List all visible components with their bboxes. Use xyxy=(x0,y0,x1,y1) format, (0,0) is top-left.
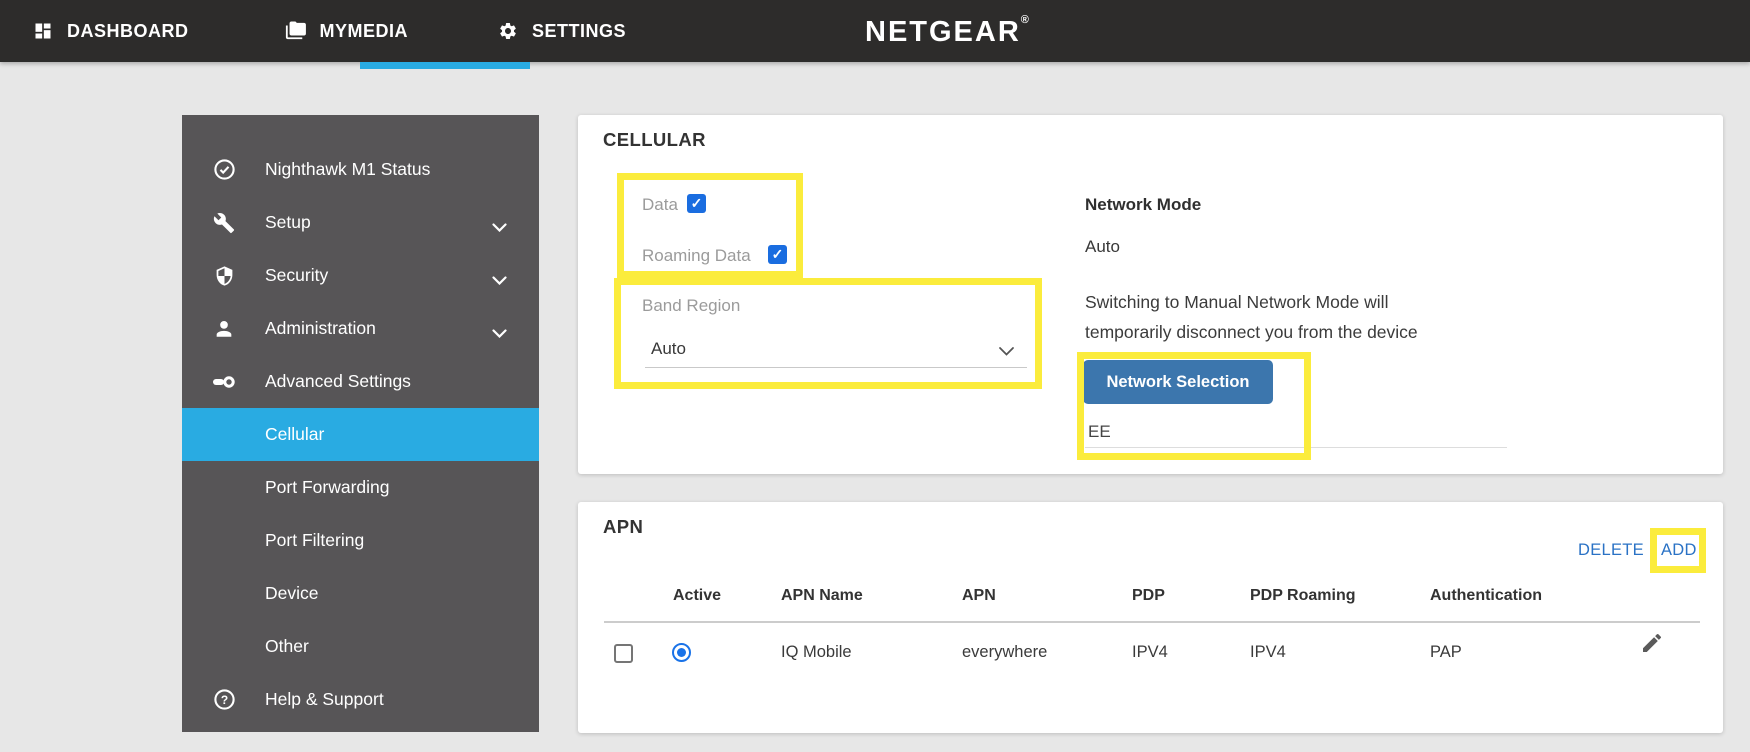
shield-icon xyxy=(212,265,236,287)
svg-text:?: ? xyxy=(220,693,227,707)
sidebar-item-label: Other xyxy=(265,636,309,656)
app-window: DASHBOARD MYMEDIA SETTINGS NETGEAR® Nigh… xyxy=(0,0,1750,752)
sidebar-item-security[interactable]: Security xyxy=(182,249,539,302)
roaming-data-toggle-label: Roaming Data xyxy=(642,246,751,265)
cellular-card-title: CELLULAR xyxy=(603,129,706,150)
cell-apn-name: IQ Mobile xyxy=(781,643,852,661)
nav-tab-dashboard[interactable]: DASHBOARD xyxy=(33,21,189,42)
wrench-icon xyxy=(212,212,236,234)
person-icon xyxy=(212,318,236,340)
band-region-select[interactable] xyxy=(998,343,1015,361)
row-active-radio[interactable] xyxy=(672,643,691,662)
cellular-card: CELLULAR Data ✓ Roaming Data ✓ Band Regi… xyxy=(578,115,1723,474)
col-header-active: Active xyxy=(673,587,722,604)
sidebar-item-port-filtering[interactable]: Port Filtering xyxy=(182,514,539,567)
top-nav: DASHBOARD MYMEDIA SETTINGS NETGEAR® xyxy=(0,0,1750,62)
sidebar: Nighthawk M1 Status Setup Security Admin… xyxy=(182,115,539,732)
data-toggle-label: Data xyxy=(642,195,678,214)
cell-pdp-roaming: IPV4 xyxy=(1250,643,1286,661)
band-region-value: Auto xyxy=(651,339,686,358)
col-header-apn: APN xyxy=(962,587,996,604)
apn-card: APN DELETE ADD Active APN Name APN PDP P… xyxy=(578,502,1723,733)
sidebar-item-cellular[interactable]: Cellular xyxy=(182,408,539,461)
edit-apn-button[interactable] xyxy=(1640,631,1664,660)
roaming-data-checkbox[interactable]: ✓ xyxy=(768,245,787,264)
nav-tab-label: MYMEDIA xyxy=(319,20,408,41)
band-region-underline xyxy=(645,367,1027,368)
cell-apn: everywhere xyxy=(962,643,1048,661)
cell-pdp: IPV4 xyxy=(1132,643,1168,661)
sidebar-item-label: Administration xyxy=(265,318,376,338)
nav-tab-mymedia[interactable]: MYMEDIA xyxy=(284,21,409,42)
nav-tab-label: SETTINGS xyxy=(532,20,627,41)
chevron-down-icon xyxy=(492,325,507,343)
col-header-apn-name: APN Name xyxy=(781,587,863,604)
sidebar-item-advanced-settings[interactable]: Advanced Settings xyxy=(182,355,539,408)
sidebar-item-label: Setup xyxy=(265,212,311,232)
sidebar-item-setup[interactable]: Setup xyxy=(182,196,539,249)
network-mode-label: Network Mode xyxy=(1085,195,1202,214)
check-circle-icon xyxy=(212,158,236,181)
sidebar-item-other[interactable]: Other xyxy=(182,620,539,673)
sidebar-item-label: Advanced Settings xyxy=(265,371,411,391)
table-header-divider xyxy=(604,621,1700,623)
network-mode-warning: Switching to Manual Network Mode will te… xyxy=(1085,292,1418,342)
apn-card-title: APN xyxy=(603,516,644,537)
registered-mark: ® xyxy=(1020,14,1029,26)
sidebar-item-label: Help & Support xyxy=(265,689,384,709)
radio-dot xyxy=(677,648,686,657)
sidebar-item-label: Port Filtering xyxy=(265,530,365,550)
col-header-authentication: Authentication xyxy=(1430,587,1542,604)
row-select-checkbox[interactable] xyxy=(614,644,633,663)
nav-tab-label: DASHBOARD xyxy=(67,20,189,41)
pencil-icon xyxy=(1643,633,1662,652)
current-network-value: EE xyxy=(1088,422,1111,441)
sidebar-item-label: Device xyxy=(265,583,319,603)
add-apn-link[interactable]: ADD xyxy=(1661,541,1697,560)
sidebar-item-administration[interactable]: Administration xyxy=(182,302,539,355)
sidebar-item-port-forwarding[interactable]: Port Forwarding xyxy=(182,461,539,514)
question-circle-icon: ? xyxy=(212,688,236,711)
nav-tab-settings[interactable]: SETTINGS xyxy=(498,21,626,42)
sidebar-item-label: Security xyxy=(265,265,329,285)
media-icon xyxy=(284,21,306,41)
netgear-logo: NETGEAR® xyxy=(865,14,1029,48)
delete-apn-link[interactable]: DELETE xyxy=(1578,541,1644,560)
cell-authentication: PAP xyxy=(1430,643,1462,661)
active-tab-indicator xyxy=(360,62,530,69)
sidebar-item-label: Port Forwarding xyxy=(265,477,390,497)
chevron-down-icon xyxy=(492,219,507,237)
dashboard-icon xyxy=(33,21,53,41)
sidebar-item-label: Nighthawk M1 Status xyxy=(265,159,431,179)
sidebar-item-help-support[interactable]: ? Help & Support xyxy=(182,673,539,726)
chevron-down-icon xyxy=(999,347,1014,356)
network-mode-value: Auto xyxy=(1085,237,1120,256)
sidebar-item-device[interactable]: Device xyxy=(182,567,539,620)
chevron-down-icon xyxy=(492,272,507,290)
gear-icon xyxy=(498,21,518,41)
sidebar-item-label: Cellular xyxy=(265,424,325,444)
sidebar-item-status[interactable]: Nighthawk M1 Status xyxy=(182,143,539,196)
col-header-pdp: PDP xyxy=(1132,587,1165,604)
col-header-pdp-roaming: PDP Roaming xyxy=(1250,587,1356,604)
data-checkbox[interactable]: ✓ xyxy=(687,194,706,213)
current-network-underline xyxy=(1085,447,1507,448)
band-region-label: Band Region xyxy=(642,296,741,315)
network-selection-button[interactable]: Network Selection xyxy=(1083,360,1273,404)
key-icon xyxy=(212,370,236,394)
